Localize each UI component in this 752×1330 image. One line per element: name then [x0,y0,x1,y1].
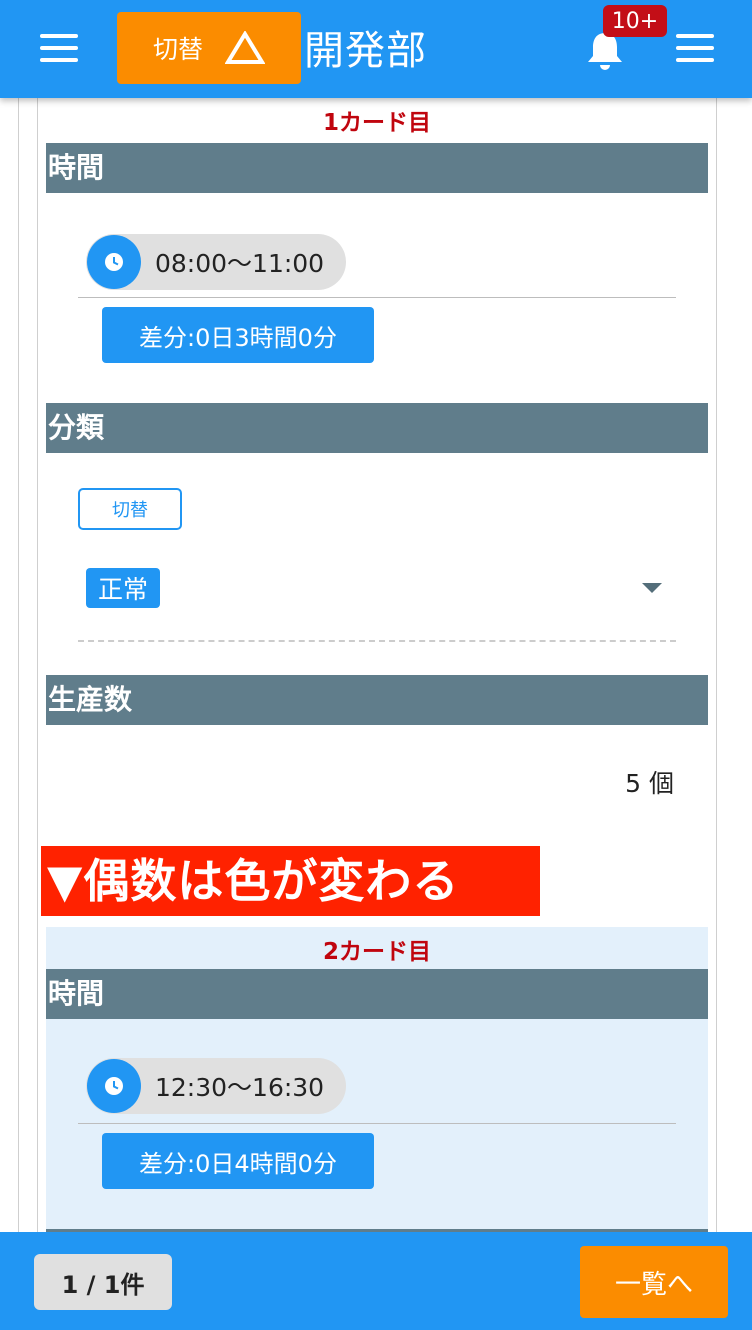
clock-icon [87,235,141,289]
app-bar: 切替 開発部 10+ [0,0,752,98]
card-1: 1カード目 時間 08:00〜11:00 差分:0日3時間0分 分類 切替 正常… [46,98,708,838]
notification-badge: 10+ [603,5,667,37]
options-menu-icon[interactable] [676,34,714,62]
page-title: 開発部 [304,28,427,74]
bottom-bar: 1 / 1件 一覧へ [0,1232,752,1330]
list-button[interactable]: 一覧へ [580,1246,728,1318]
card-list[interactable]: 1カード目 時間 08:00〜11:00 差分:0日3時間0分 分類 切替 正常… [0,98,752,1232]
card-2: 2カード目 時間 12:30〜16:30 差分:0日4時間0分 [46,927,708,1232]
category-value-chip[interactable]: 正常 [86,568,161,608]
clock-icon [87,1059,141,1113]
production-count: 5 個 [625,769,674,798]
time-section-header: 時間 [46,143,708,193]
divider [78,1123,676,1124]
switch-button-label: 切替 [152,35,203,64]
triangle-icon [225,31,265,64]
category-toggle-button[interactable]: 切替 [78,488,182,530]
time-range-chip: 08:00〜11:00 [86,234,346,290]
frame-border [37,98,38,1232]
card-label: 2カード目 [322,939,431,965]
time-range-value: 08:00〜11:00 [155,249,325,278]
even-card-callout: ▼偶数は色が変わる [41,846,540,916]
time-section-header: 時間 [46,969,708,1019]
frame-border [716,98,717,1232]
time-range-value: 12:30〜16:30 [155,1073,325,1102]
divider [78,297,676,298]
divider [78,640,676,642]
card-label: 1カード目 [322,110,431,136]
frame-border [18,98,19,1232]
menu-icon[interactable] [40,34,78,62]
dropdown-caret-icon[interactable] [642,583,662,593]
time-range-chip: 12:30〜16:30 [86,1058,346,1114]
production-section-header: 生産数 [46,675,708,725]
page-count: 1 / 1件 [34,1254,172,1310]
diff-chip: 差分:0日4時間0分 [102,1133,374,1189]
category-section-header: 分類 [46,403,708,453]
switch-button[interactable]: 切替 [117,12,301,84]
diff-chip: 差分:0日3時間0分 [102,307,374,363]
